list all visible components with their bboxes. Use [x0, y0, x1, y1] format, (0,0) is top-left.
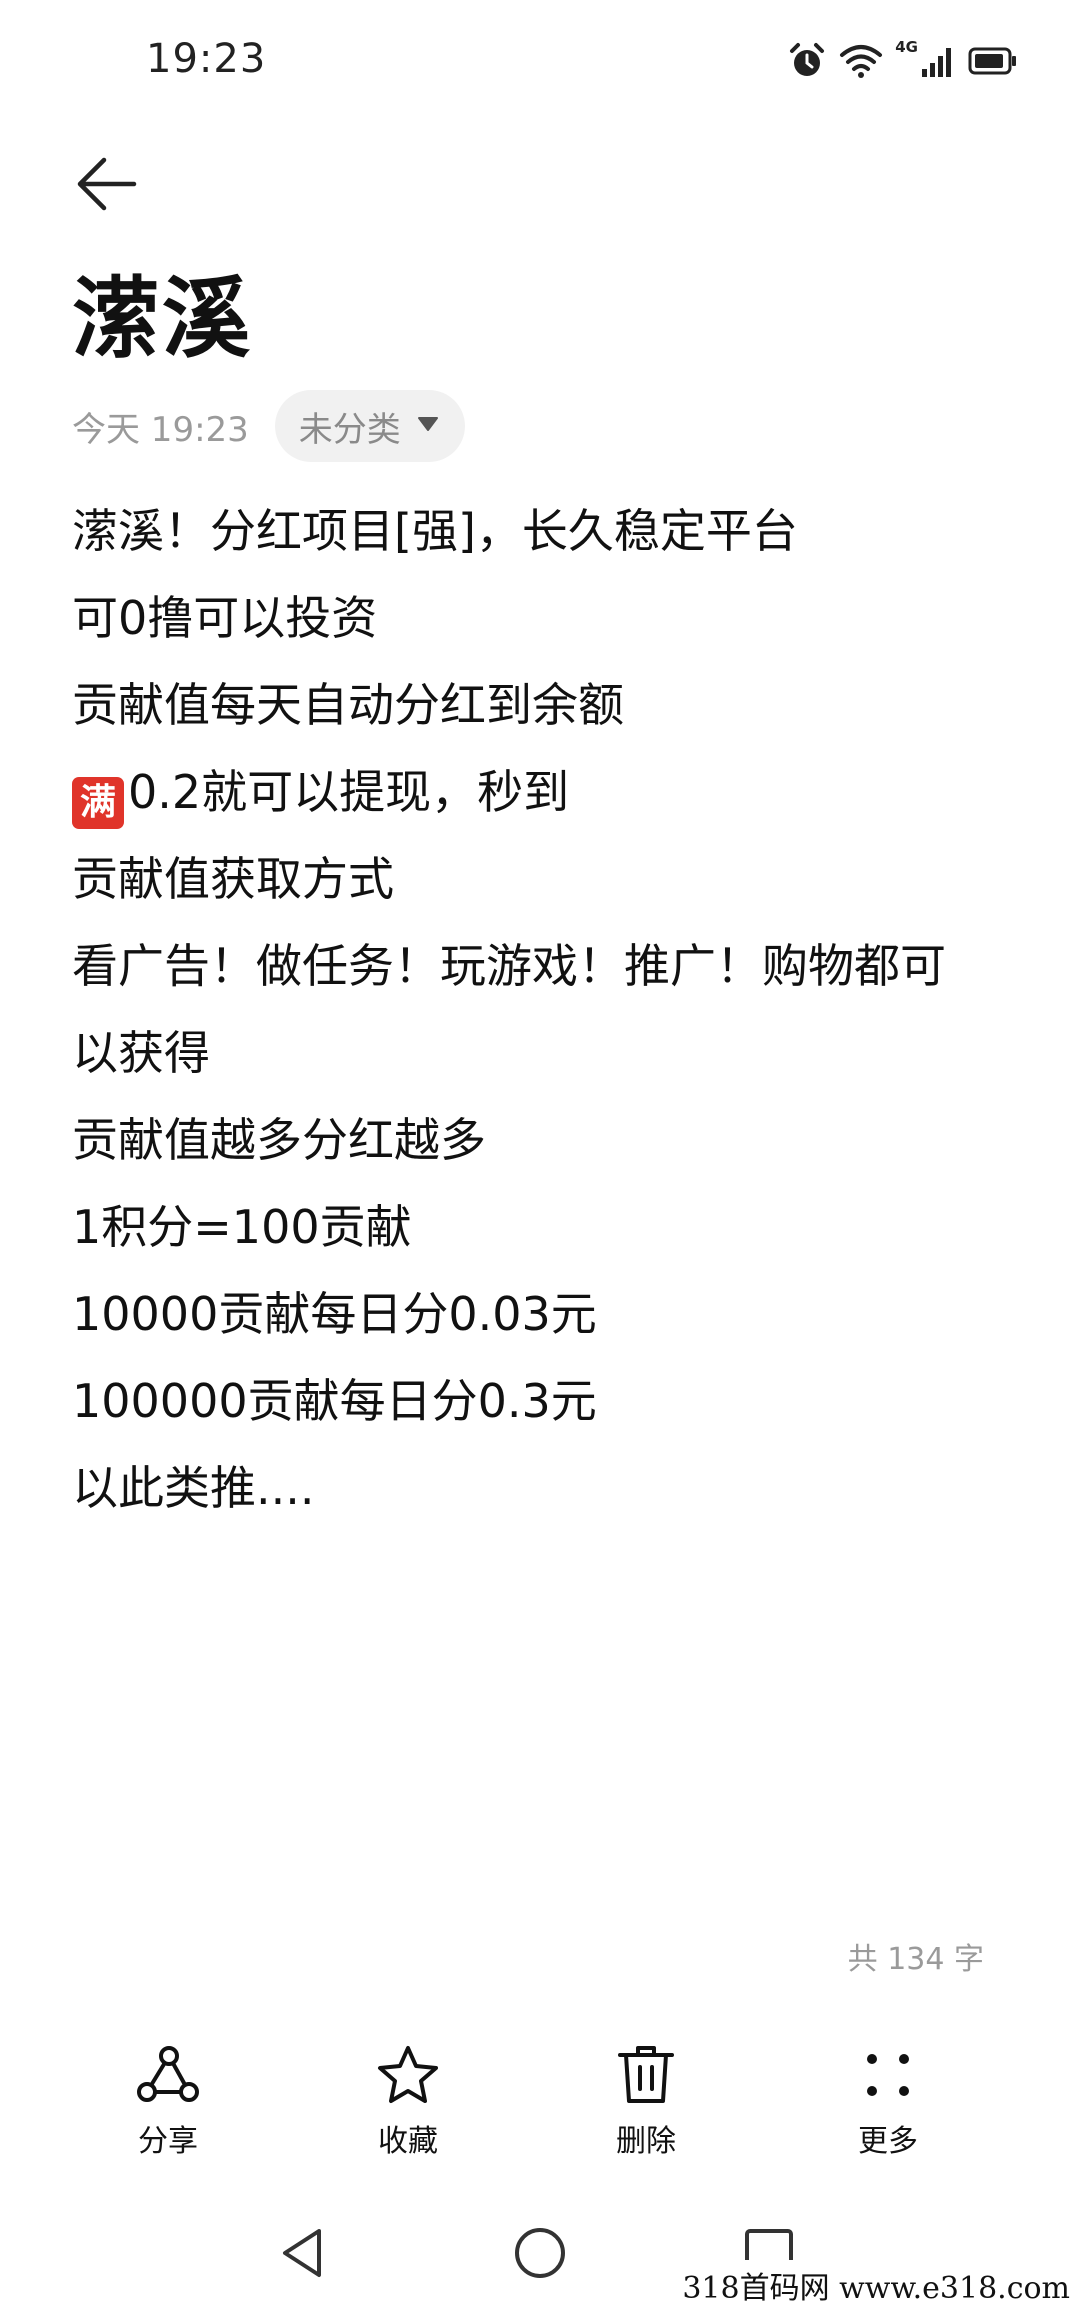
- network-type-label: 4G: [895, 38, 918, 56]
- delete-button[interactable]: 删除: [566, 2040, 726, 2170]
- body-line: 贡献值越多分红越多: [72, 1113, 486, 1167]
- note-title[interactable]: 潆溪: [72, 264, 252, 374]
- arrow-left-icon: [74, 154, 138, 218]
- note-meta: 今天 19:23 未分类: [72, 390, 465, 462]
- body-line: 10000贡献每日分0.03元: [72, 1287, 597, 1341]
- body-line: 看广告！做任务！玩游戏！推广！购物都可: [72, 939, 946, 993]
- bottom-toolbar: 分享 收藏 删除 更多: [0, 2040, 1080, 2170]
- body-line: 100000贡献每日分0.3元: [72, 1374, 597, 1428]
- favorite-button[interactable]: 收藏: [328, 2040, 488, 2170]
- nav-home-button[interactable]: [505, 2220, 575, 2290]
- category-label: 未分类: [298, 409, 401, 450]
- man-emoji-icon: 满: [72, 777, 124, 829]
- status-bar: 19:23 4G: [0, 0, 1080, 120]
- body-line: 以获得: [72, 1026, 210, 1080]
- note-body[interactable]: 潆溪！分红项目[强]，长久稳定平台 可0撸可以投资 贡献值每天自动分红到余额 满…: [72, 488, 1012, 1532]
- body-line: 贡献值获取方式: [72, 852, 394, 906]
- body-line: 1积分=100贡献: [72, 1200, 412, 1254]
- note-detail-screen: 19:23 4G 潆溪 今天 19:23 未分类 潆溪！分红项目[强]，长久稳定…: [0, 0, 1080, 2310]
- body-line: 以此类推....: [72, 1461, 315, 1515]
- share-label: 分享: [138, 2124, 198, 2159]
- trash-icon: [611, 2040, 681, 2110]
- body-line: 潆溪！分红项目[强]，长久稳定平台: [72, 504, 798, 558]
- body-line-with-emoji: 满 0.2就可以提现，秒到: [72, 749, 1012, 836]
- back-button[interactable]: [70, 150, 142, 222]
- note-date: 今天 19:23: [72, 409, 249, 450]
- word-count: 共 134 字: [847, 1942, 984, 1977]
- battery-icon: [968, 46, 1018, 76]
- status-time: 19:23: [146, 36, 267, 82]
- body-line-text: 0.2就可以提现，秒到: [128, 765, 570, 819]
- more-button[interactable]: 更多: [808, 2040, 968, 2170]
- site-watermark: 318首码网 www.e318.com: [670, 2260, 1080, 2310]
- share-button[interactable]: 分享: [88, 2040, 248, 2170]
- circle-home-icon: [512, 2225, 568, 2285]
- triangle-down-icon: [417, 416, 439, 436]
- share-icon: [133, 2040, 203, 2110]
- wifi-icon: [839, 43, 883, 79]
- category-dropdown[interactable]: 未分类: [274, 390, 465, 462]
- favorite-label: 收藏: [378, 2124, 438, 2159]
- status-icons: 4G: [787, 38, 1018, 84]
- body-line: 可0撸可以投资: [72, 591, 378, 645]
- body-line: 贡献值每天自动分红到余额: [72, 678, 624, 732]
- cellular-signal-icon: [920, 43, 956, 79]
- more-label: 更多: [858, 2124, 918, 2159]
- triangle-back-icon: [275, 2225, 331, 2285]
- nav-back-button[interactable]: [268, 2220, 338, 2290]
- delete-label: 删除: [616, 2124, 676, 2159]
- star-icon: [373, 2040, 443, 2110]
- alarm-icon: [787, 41, 827, 81]
- more-dots-icon: [853, 2040, 923, 2110]
